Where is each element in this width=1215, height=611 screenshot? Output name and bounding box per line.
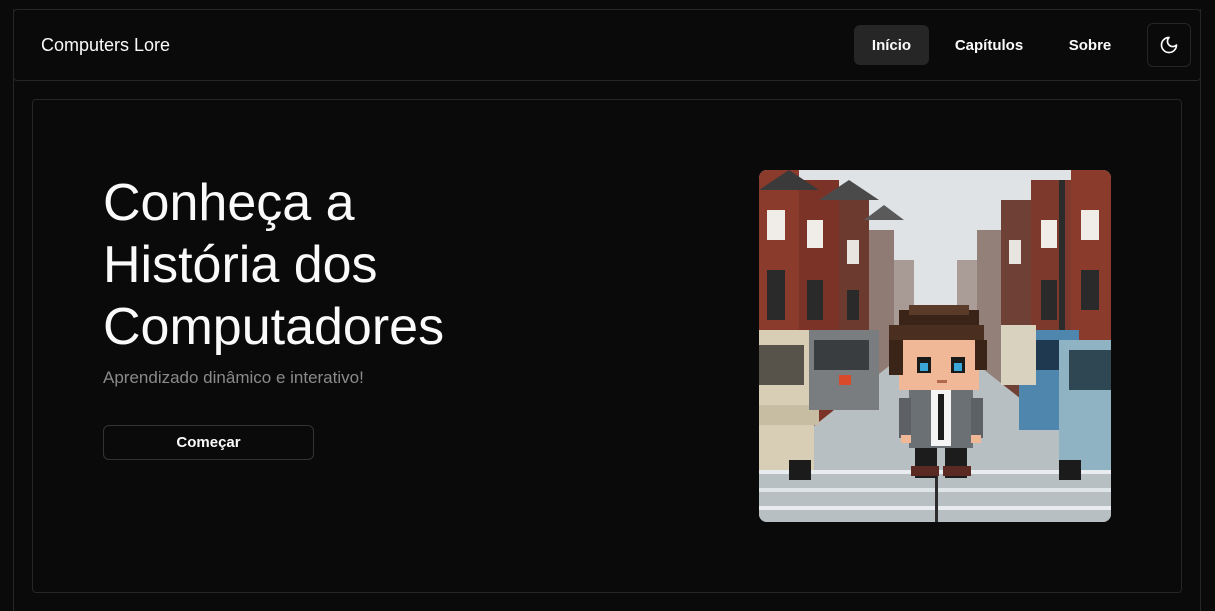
nav-capitulos[interactable]: Capítulos bbox=[939, 25, 1039, 65]
nav-label: Capítulos bbox=[954, 36, 1024, 54]
nav-inicio[interactable]: Início bbox=[854, 25, 929, 65]
nav-label: Sobre bbox=[1068, 36, 1112, 54]
nav-sobre[interactable]: Sobre bbox=[1054, 25, 1126, 65]
nav-label: Início bbox=[871, 36, 912, 54]
hero-card: Conheça a História dos Computadores Apre… bbox=[32, 99, 1182, 593]
pixel-art-image bbox=[759, 170, 1111, 522]
start-button[interactable]: Começar bbox=[103, 425, 314, 460]
hero-illustration bbox=[759, 170, 1111, 522]
hero-title: Conheça a História dos Computadores bbox=[103, 174, 445, 356]
top-navbar: Computers Lore Início Capítulos Sobre bbox=[13, 9, 1201, 81]
hero-subtitle: Aprendizado dinâmico e interativo! bbox=[103, 368, 364, 387]
theme-toggle-button[interactable] bbox=[1147, 23, 1191, 67]
brand-logo[interactable]: Computers Lore bbox=[41, 35, 170, 56]
moon-icon bbox=[1160, 36, 1178, 54]
